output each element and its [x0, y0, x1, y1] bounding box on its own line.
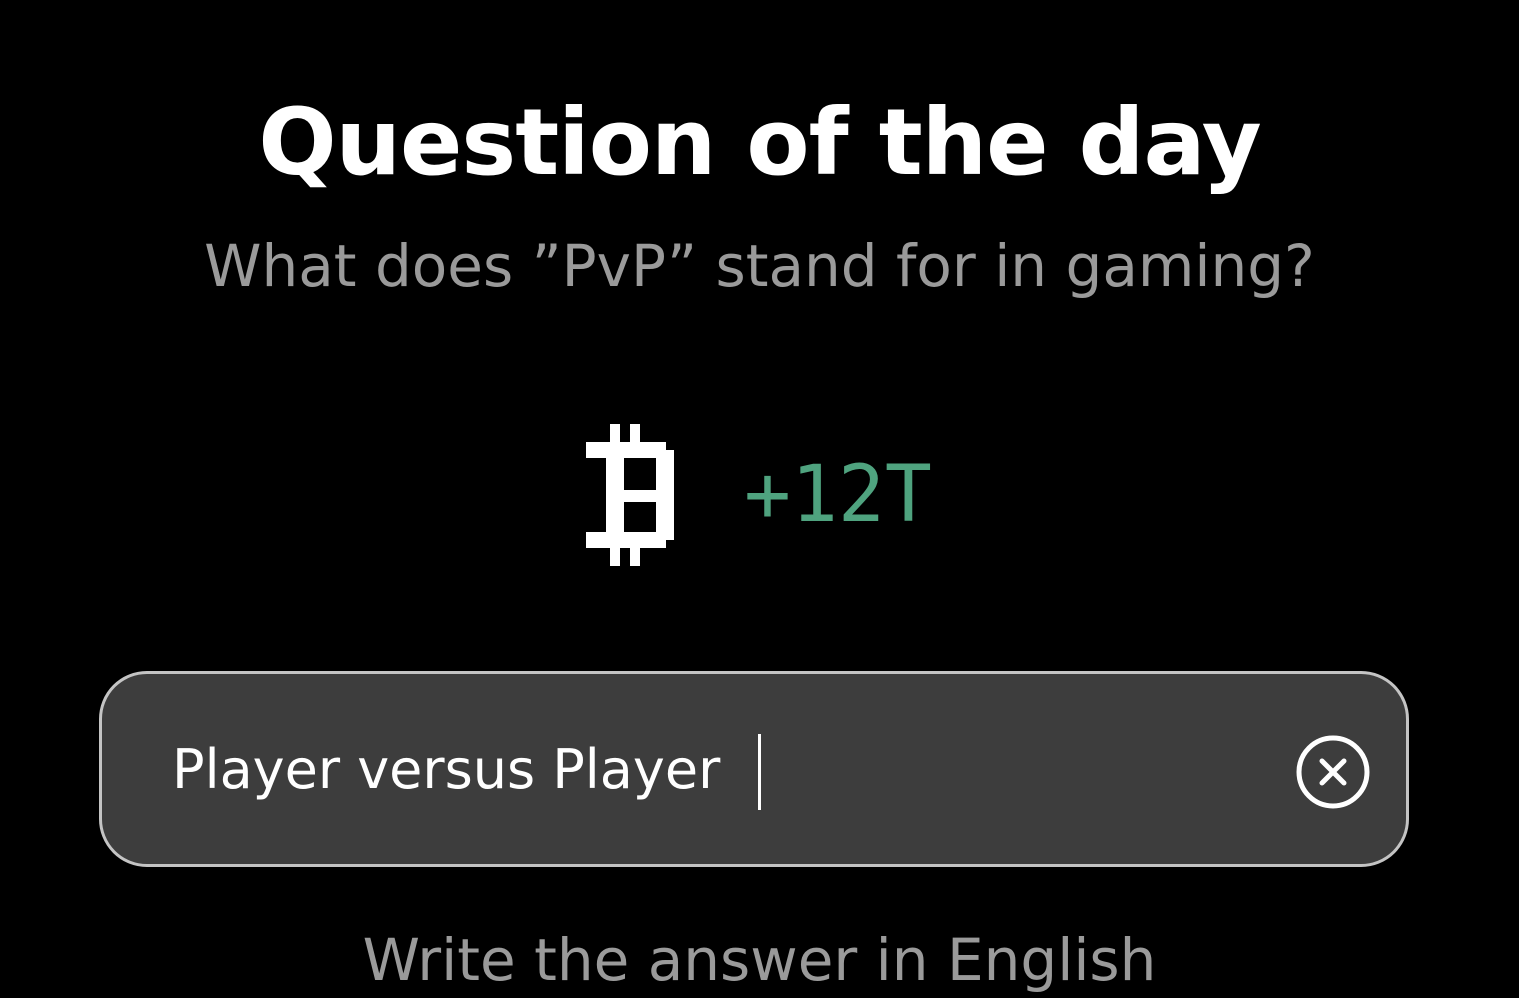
question-text: What does ”PvP” stand for in gaming? — [204, 232, 1315, 300]
answer-field-container[interactable] — [99, 671, 1409, 867]
text-cursor — [758, 734, 761, 810]
close-circle-icon — [1296, 735, 1370, 809]
page-title: Question of the day — [258, 89, 1261, 196]
reward-amount: +12T — [744, 450, 932, 540]
reward-badge: +12T — [586, 424, 932, 566]
pixel-coin-icon — [586, 424, 674, 566]
clear-answer-button[interactable] — [1295, 734, 1371, 810]
answer-input[interactable] — [172, 714, 1252, 824]
answer-hint: Write the answer in English — [362, 926, 1157, 994]
